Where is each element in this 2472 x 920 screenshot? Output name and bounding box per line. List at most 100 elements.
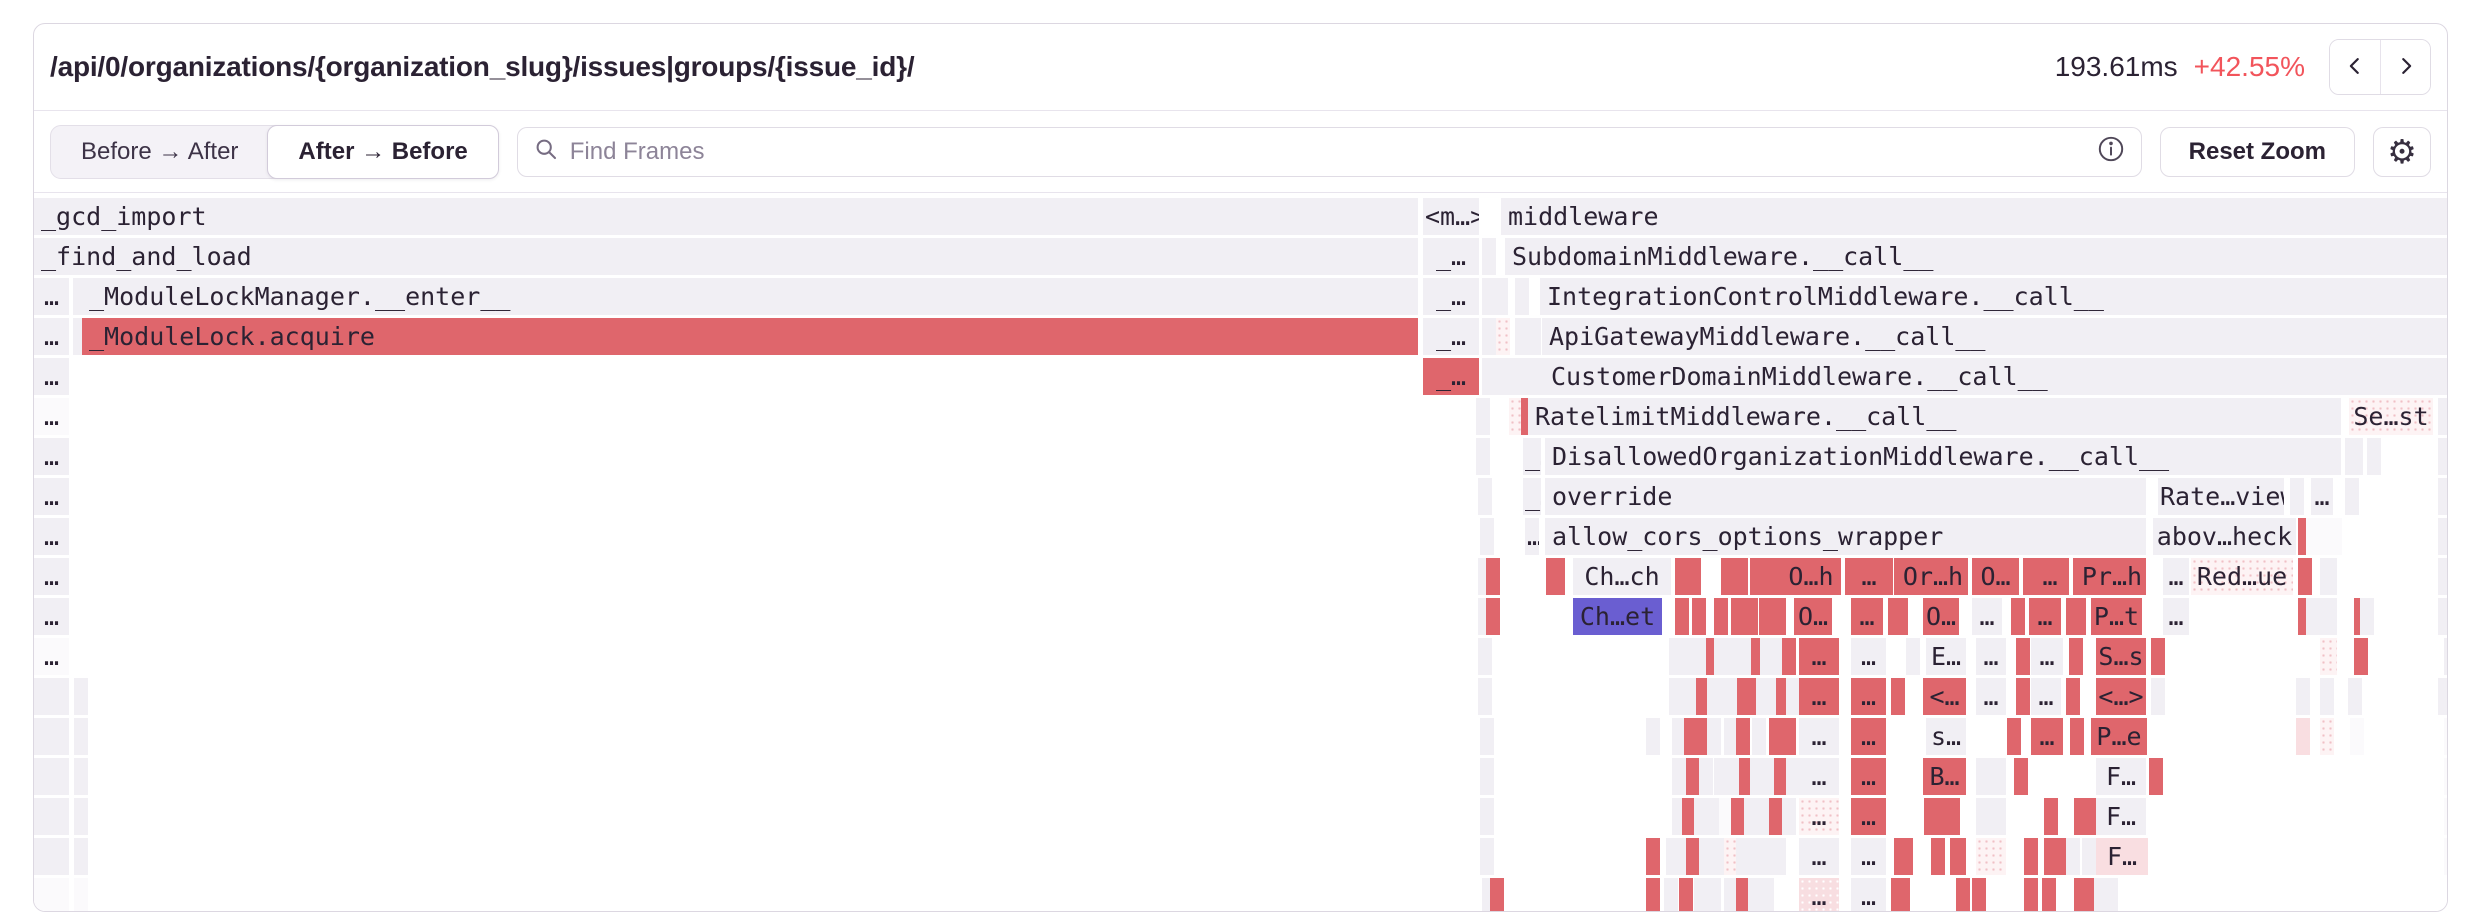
flame-fragment[interactable] — [34, 838, 69, 875]
flame-fragment[interactable] — [2345, 478, 2359, 515]
flame-fragment[interactable] — [2298, 558, 2312, 595]
flame-fragment[interactable] — [1726, 758, 1740, 795]
flame-fragment[interactable] — [1482, 238, 1496, 275]
flame-frame[interactable]: … — [2031, 638, 2063, 675]
flame-fragment[interactable] — [1490, 878, 1504, 911]
flame-fragment[interactable] — [1480, 798, 1494, 835]
flame-fragment[interactable] — [74, 798, 88, 835]
flame-fragment[interactable] — [1772, 838, 1786, 875]
flame-fragment[interactable] — [2016, 638, 2030, 675]
flame-frame[interactable]: Pr…h — [2078, 558, 2146, 595]
flame-fragment[interactable] — [34, 798, 69, 835]
flame-fragment[interactable] — [2444, 718, 2447, 755]
flame-frame[interactable]: allow_cors_options_wrapper — [1545, 518, 2146, 555]
flame-fragment[interactable] — [2354, 638, 2368, 675]
flame-frame[interactable]: Ch…ch — [1573, 558, 1671, 595]
flame-fragment[interactable] — [2069, 638, 2083, 675]
flame-frame[interactable]: Ch…et — [1573, 598, 1662, 635]
flame-fragment[interactable] — [1486, 558, 1500, 595]
flame-frame[interactable]: _… — [1423, 278, 1479, 315]
flame-fragment[interactable] — [1976, 798, 2006, 835]
flame-fragment[interactable] — [1546, 558, 1565, 595]
flame-frame[interactable]: middleware — [1501, 198, 2447, 235]
flame-frame[interactable]: <m…> — [1423, 198, 1479, 235]
flame-fragment[interactable] — [1946, 798, 1960, 835]
flame-fragment[interactable] — [1675, 598, 1689, 635]
flame-frame[interactable]: Or…h — [1898, 558, 1968, 595]
flame-frame[interactable]: … — [34, 398, 69, 435]
flame-fragment[interactable] — [1686, 758, 1700, 795]
flame-fragment[interactable] — [1494, 278, 1508, 315]
flame-fragment[interactable] — [1769, 718, 1783, 755]
flame-fragment[interactable] — [2082, 838, 2096, 875]
flame-fragment[interactable] — [1520, 358, 1534, 395]
flame-fragment[interactable] — [2438, 398, 2447, 435]
flame-fragment[interactable] — [1759, 598, 1773, 635]
flame-fragment[interactable] — [74, 838, 88, 875]
flame-frame[interactable]: … — [2163, 558, 2189, 595]
flame-fragment[interactable] — [2348, 678, 2362, 715]
flame-frame[interactable]: … — [1851, 758, 1886, 795]
flame-fragment[interactable] — [2151, 678, 2165, 715]
flame-fragment[interactable] — [1786, 678, 1800, 715]
flame-fragment[interactable] — [2360, 598, 2374, 635]
flame-fragment[interactable] — [2367, 438, 2381, 475]
flame-frame[interactable]: … — [2163, 598, 2189, 635]
flame-fragment[interactable] — [1894, 598, 1908, 635]
find-frames-search[interactable] — [517, 127, 2142, 177]
flame-fragment[interactable] — [1756, 798, 1770, 835]
flame-frame[interactable]: DisallowedOrganizationMiddleware.__call_… — [1545, 438, 2341, 475]
flame-frame[interactable]: override — [1545, 478, 2146, 515]
flame-frame[interactable]: … — [1799, 798, 1839, 835]
flame-fragment[interactable] — [1664, 878, 1678, 911]
flame-frame[interactable]: … — [1525, 518, 1539, 555]
flame-frame[interactable]: … — [2031, 678, 2061, 715]
flame-frame[interactable]: abov…heck — [2153, 518, 2296, 555]
flame-frame[interactable]: <…> — [2096, 678, 2146, 715]
flame-fragment[interactable] — [1899, 838, 1913, 875]
flame-frame[interactable]: B… — [1923, 758, 1966, 795]
flame-fragment[interactable] — [1972, 878, 1986, 911]
flame-fragment[interactable] — [74, 718, 88, 755]
flame-fragment[interactable] — [2444, 838, 2447, 875]
flame-fragment[interactable] — [2318, 518, 2342, 555]
reset-zoom-button[interactable]: Reset Zoom — [2160, 127, 2355, 177]
flame-fragment[interactable] — [2444, 638, 2447, 675]
flame-fragment[interactable] — [1480, 838, 1494, 875]
flame-frame[interactable]: _ModuleLock.acquire — [82, 318, 1418, 355]
flame-fragment[interactable] — [1714, 598, 1728, 635]
flame-frame[interactable]: … — [1799, 718, 1839, 755]
flame-fragment[interactable] — [1692, 598, 1706, 635]
flame-fragment[interactable] — [2070, 718, 2084, 755]
flame-frame[interactable]: ApiGatewayMiddleware.__call__ — [1542, 318, 2447, 355]
flame-frame[interactable]: F… — [2096, 838, 2148, 875]
flame-fragment[interactable] — [2350, 718, 2364, 755]
flame-fragment[interactable] — [1699, 758, 1713, 795]
flame-frame[interactable]: … — [1851, 838, 1886, 875]
flame-frame[interactable]: _… — [1423, 318, 1479, 355]
flame-fragment[interactable] — [1646, 718, 1660, 755]
flame-fragment[interactable] — [2438, 478, 2447, 515]
flame-fragment[interactable] — [1646, 878, 1660, 911]
flame-fragment[interactable] — [2320, 718, 2334, 755]
flame-fragment[interactable] — [2011, 598, 2025, 635]
flame-fragment[interactable] — [1731, 798, 1745, 835]
flame-frame[interactable]: … — [1976, 678, 2006, 715]
flame-fragment[interactable] — [1694, 878, 1708, 911]
flame-fragment[interactable] — [2444, 598, 2447, 635]
flame-fragment[interactable] — [2320, 678, 2334, 715]
flame-fragment[interactable] — [1734, 558, 1748, 595]
flame-fragment[interactable] — [2445, 558, 2447, 595]
flame-fragment[interactable] — [2066, 678, 2080, 715]
flame-fragment[interactable] — [1707, 878, 1721, 911]
toggle-before-after[interactable]: Before → After — [51, 126, 268, 178]
flame-frame[interactable]: F… — [2096, 798, 2146, 835]
flame-frame[interactable]: … — [34, 278, 69, 315]
flame-frame[interactable]: … — [34, 518, 69, 555]
flame-frame[interactable]: _gcd_import — [34, 198, 1418, 235]
flame-frame[interactable]: SubdomainMiddleware.__call__ — [1505, 238, 2447, 275]
flame-frame[interactable]: F… — [2096, 758, 2146, 795]
flame-fragment[interactable] — [1782, 798, 1796, 835]
flame-frame[interactable]: … — [1972, 598, 2002, 635]
flame-frame[interactable]: Red…ue — [2191, 558, 2293, 595]
